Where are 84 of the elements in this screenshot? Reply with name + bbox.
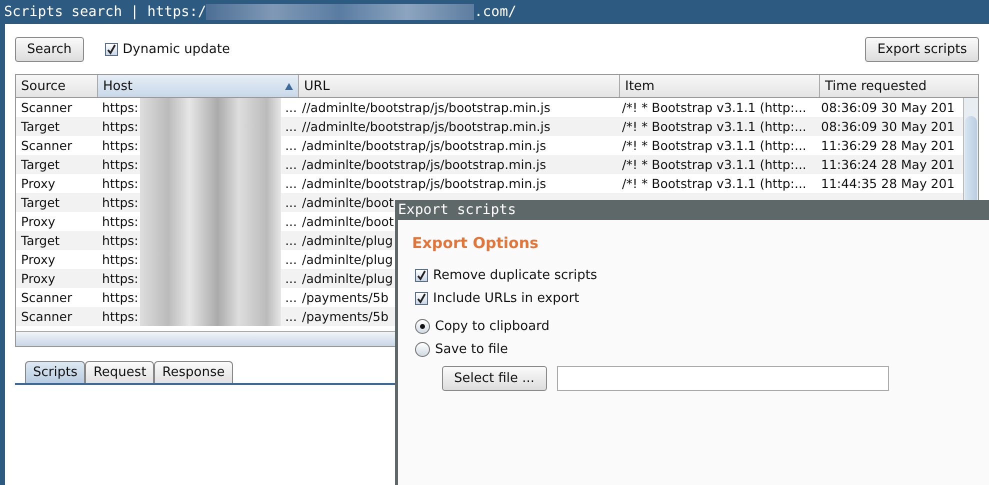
table-cell: ... — [285, 271, 297, 286]
table-cell-text: Target — [20, 233, 61, 248]
option-label: Remove duplicate scripts — [433, 268, 598, 283]
option-label: Copy to clipboard — [435, 319, 550, 334]
search-button[interactable]: Search — [15, 36, 84, 62]
table-cell: https: — [102, 195, 138, 210]
select-file-button[interactable]: Select file ... — [442, 366, 547, 391]
checkbox[interactable] — [104, 42, 118, 56]
table-cell: ... — [285, 195, 297, 210]
dialog-title: Export scripts — [398, 202, 516, 218]
radio-button[interactable] — [415, 319, 430, 334]
column-header[interactable]: Host — [98, 75, 299, 97]
column-header[interactable]: Item — [620, 75, 820, 97]
table-cell: ... — [285, 290, 297, 305]
table-cell: ... — [285, 100, 297, 115]
table-cell: /payments/5b — [302, 290, 389, 305]
table-cell: https: — [102, 119, 138, 134]
table-cell: /payments/5b — [302, 309, 389, 324]
export-scripts-button[interactable]: Export scripts — [865, 36, 979, 62]
table-cell: https: — [102, 176, 138, 191]
table-cell: ... — [285, 138, 297, 153]
checkbox[interactable] — [415, 292, 428, 305]
table-cell: https: — [102, 290, 138, 305]
table-cell: ... — [285, 157, 297, 172]
table-cell: /adminlte/bootstrap/js/bootstrap.min.js — [302, 138, 546, 153]
column-header[interactable]: URL — [299, 75, 620, 97]
table-cell: https: — [102, 252, 138, 267]
table-cell: ... — [285, 233, 297, 248]
checkbox-label: Dynamic update — [122, 42, 230, 56]
table-cell: //adminlte/bootstrap/js/bootstrap.min.js — [302, 119, 550, 134]
table-cell: ... — [285, 176, 297, 191]
file-path-field[interactable] — [556, 366, 889, 391]
radio-button[interactable] — [415, 342, 430, 357]
section-heading: Export Options — [412, 234, 540, 252]
option-label: Save to file — [435, 342, 508, 357]
window-title: Scripts search | https:/ — [4, 4, 206, 20]
option-label: Include URLs in export — [433, 291, 580, 306]
table-cell: /*! * Bootstrap v3.1.1 (http:... — [622, 138, 806, 153]
table-cell-text: Scanner — [20, 138, 74, 153]
table-cell: 08:36:09 30 May 201 — [821, 119, 955, 134]
column-header[interactable]: Time requested — [820, 75, 975, 97]
table-cell: https: — [102, 138, 138, 153]
table-cell: /adminlte/plug — [302, 271, 393, 286]
table-cell: https: — [102, 233, 138, 248]
table-cell: /adminlte/bootstrap/js/bootstrap.min.js — [302, 176, 546, 191]
table-cell: /adminlte/plug — [302, 233, 393, 248]
table-cell-text: Scanner — [20, 100, 74, 115]
table-cell: /adminlte/bootstrap/js/bootstrap.min.js — [302, 157, 546, 172]
table-cell: https: — [102, 157, 138, 172]
table-cell-text: Target — [20, 119, 61, 134]
table-cell: https: — [102, 100, 138, 115]
table-cell: //adminlte/bootstrap/js/bootstrap.min.js — [302, 100, 550, 115]
sort-ascending-icon — [285, 83, 293, 90]
table-cell-text: Proxy — [20, 214, 56, 229]
table-cell: 11:44:35 28 May 201 — [821, 176, 955, 191]
table-cell: https: — [102, 214, 138, 229]
tab[interactable]: Response — [154, 361, 233, 383]
tab[interactable]: Scripts — [25, 361, 86, 383]
table-cell-text: Target — [20, 157, 61, 172]
table-cell-text: Target — [20, 195, 61, 210]
table-cell: /*! * Bootstrap v3.1.1 (http:... — [622, 119, 806, 134]
checkbox[interactable] — [415, 269, 428, 282]
table-cell: ... — [285, 252, 297, 267]
table-cell: https: — [102, 271, 138, 286]
table-cell: /adminlte/boot — [302, 195, 394, 210]
window-title: .com/ — [474, 4, 516, 20]
table-cell: https: — [102, 309, 138, 324]
table-cell: /adminlte/boot — [302, 214, 394, 229]
table-cell: /*! * Bootstrap v3.1.1 (http:... — [622, 100, 806, 115]
table-cell: /*! * Bootstrap v3.1.1 (http:... — [622, 157, 806, 172]
table-cell-text: Proxy — [20, 271, 56, 286]
table-cell: 08:36:09 30 May 201 — [821, 100, 955, 115]
table-cell: 11:36:24 28 May 201 — [821, 157, 955, 172]
table-cell: ... — [285, 309, 297, 324]
table-cell: ... — [285, 214, 297, 229]
table-cell-text: Proxy — [20, 252, 56, 267]
table-cell: /*! * Bootstrap v3.1.1 (http:... — [622, 176, 806, 191]
table-cell-text: Proxy — [20, 176, 56, 191]
table-cell-text: Scanner — [20, 309, 74, 324]
table-cell: 11:36:29 28 May 201 — [821, 138, 955, 153]
table-cell: /adminlte/plug — [302, 252, 393, 267]
table-cell-text: Scanner — [20, 290, 74, 305]
tab[interactable]: Request — [85, 361, 154, 383]
table-cell: ... — [285, 119, 297, 134]
